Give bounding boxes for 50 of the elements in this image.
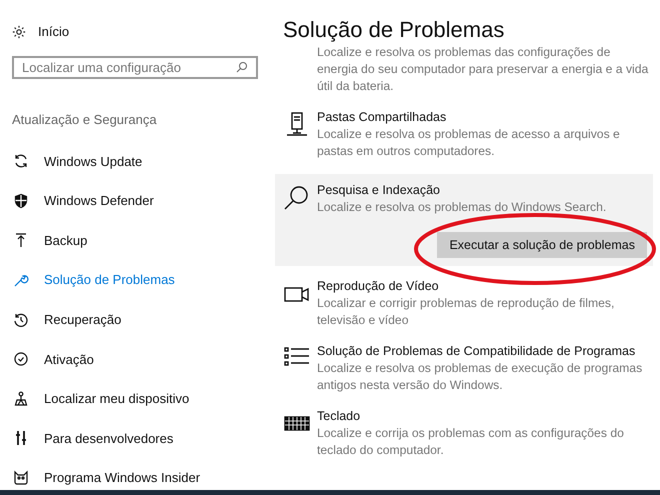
item-description: Localize e resolva os problemas de execução de programas antigos nesta versão do Windows. — [317, 360, 644, 394]
troubleshooter-item[interactable]: Teclado Localize e corrija os problemas com as configurações do teclado do computador. — [275, 408, 653, 473]
check-circle-icon — [13, 351, 29, 368]
wrench-icon — [13, 272, 29, 288]
nav-item[interactable]: Backup — [0, 220, 270, 260]
person-icon — [13, 390, 29, 407]
nav-item[interactable]: Para desenvolvedores — [0, 418, 270, 458]
item-description: Localize e resolva os problemas de acesso a arquivos e pastas em outros computadores. — [317, 126, 621, 160]
item-title: Teclado — [317, 408, 362, 425]
item-description: Localizar e corrigir problemas de reprodução de filmes, televisão e vídeo — [317, 295, 616, 329]
troubleshooter-item[interactable]: Solução de Problemas de Compatibilidade de Programas Localize e resolva os problemas de execução de programas antigos nesta versão do Windows. — [275, 343, 653, 408]
item-description: Localize e resolva os problemas das configurações de energia do seu computador para preservar a energia e a vida útil da bateria. — [317, 44, 649, 95]
cat-icon — [13, 470, 29, 486]
troubleshooter-item[interactable]: Localize e resolva os problemas das configurações de energia do seu computador para preservar a energia e a vida útil da bateria. — [275, 44, 653, 109]
nav-item-label: Ativação — [44, 350, 94, 369]
item-title: Pesquisa e Indexação — [317, 182, 442, 199]
nav-item-label: Windows Update — [44, 152, 142, 171]
nav-item-label: Programa Windows Insider — [44, 469, 200, 488]
troubleshooter-item[interactable]: Pesquisa e Indexação Localize e resolva os problemas do Windows Search. Executar a solução de problemas — [275, 174, 653, 266]
sync-icon — [13, 153, 29, 170]
upload-icon — [13, 232, 29, 248]
shield-icon — [13, 192, 29, 209]
history-icon — [13, 312, 29, 328]
nav-item-label: Solução de Problemas — [44, 271, 175, 290]
item-title: Solução de Problemas de Compatibilidade de Programas — [317, 343, 636, 360]
nav-item[interactable]: Localizar meu dispositivo — [0, 379, 270, 419]
item-title: Pastas Compartilhadas — [317, 109, 448, 126]
nav-item[interactable]: Programa Windows Insider — [0, 458, 270, 495]
home-link[interactable]: Início — [38, 22, 70, 42]
nav-item[interactable]: Windows Update — [0, 142, 270, 182]
troubleshooter-item[interactable]: Reprodução de Vídeo Localizar e corrigir problemas de reprodução de filmes, televisão e vídeo — [275, 278, 653, 343]
nav-item-label: Localizar meu dispositivo — [44, 390, 190, 408]
search-icon — [236, 61, 248, 74]
settings-icon — [12, 24, 26, 39]
troubleshooter-item[interactable]: Pastas Compartilhadas Localize e resolva os problemas de acesso a arquivos e pastas em outros computadores. — [275, 109, 653, 174]
nav-item[interactable]: Recuperação — [0, 300, 270, 340]
nav-item[interactable]: Windows Defender — [0, 181, 270, 221]
nav-item-label: Para desenvolvedores — [44, 430, 174, 448]
item-description: Localize e corrija os problemas com as configurações do teclado do computador. — [317, 425, 625, 459]
nav-item[interactable]: Solução de Problemas — [0, 260, 270, 300]
nav-item-label: Windows Defender — [44, 192, 154, 210]
nav-item[interactable]: Ativação — [0, 339, 270, 380]
item-description: Localize e resolva os problemas do Windows Search. — [317, 199, 608, 216]
search-field[interactable]: Localizar uma configuração — [12, 56, 258, 79]
nav-item-label: Backup — [44, 232, 88, 250]
tools-icon — [13, 430, 29, 446]
item-title: Reprodução de Vídeo — [317, 278, 440, 295]
run-troubleshooter-button[interactable]: Executar a solução de problemas — [437, 232, 647, 258]
section-heading: Atualização e Segurança — [12, 111, 158, 129]
nav-item-label: Recuperação — [44, 310, 122, 329]
